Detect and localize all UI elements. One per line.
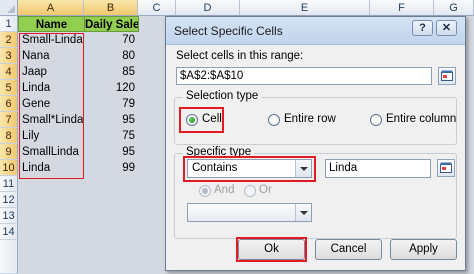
row-header[interactable]: 2 (0, 32, 18, 48)
column-header-c[interactable]: C (138, 0, 176, 16)
entire-row-radio[interactable] (268, 114, 280, 126)
column-header-b[interactable]: B (84, 0, 138, 16)
or-radio-label[interactable]: Or (259, 184, 272, 196)
cell-radio[interactable] (186, 114, 198, 126)
name-cell[interactable]: SmallLinda (19, 144, 84, 160)
or-radio[interactable] (244, 185, 256, 197)
name-cell[interactable]: Jaap (19, 64, 84, 80)
row-header[interactable]: 3 (0, 48, 18, 64)
specific-type-title: Specific type (183, 146, 255, 158)
row-header[interactable] (0, 240, 18, 274)
sale-cell[interactable]: 79 (85, 96, 138, 112)
range-select-button[interactable] (438, 67, 456, 85)
chevron-down-icon[interactable] (295, 204, 311, 221)
sale-cell[interactable]: 85 (85, 64, 138, 80)
column-header-g[interactable]: G (434, 0, 474, 16)
header-cell-daily-sale[interactable]: Daily Sale (84, 16, 139, 32)
range-picker-icon (441, 70, 453, 81)
name-cell[interactable]: Lily (19, 128, 84, 144)
apply-button[interactable]: Apply (390, 239, 457, 260)
row-header[interactable]: 12 (0, 192, 18, 208)
header-cell-name[interactable]: Name (18, 16, 85, 32)
row-header[interactable]: 7 (0, 112, 18, 128)
ok-button[interactable]: Ok (238, 239, 305, 260)
chevron-down-icon[interactable] (295, 160, 311, 177)
range-picker-icon (440, 162, 452, 173)
sale-cell[interactable]: 80 (85, 48, 138, 64)
row-header[interactable]: 1 (0, 16, 18, 32)
sale-cell[interactable]: 99 (85, 160, 138, 176)
condition-1-dropdown[interactable]: Contains (187, 159, 312, 178)
cancel-button[interactable]: Cancel (315, 239, 382, 260)
range-label: Select cells in this range: (176, 50, 304, 62)
dialog-titlebar[interactable]: Select Specific Cells ? ✕ (166, 17, 465, 45)
name-cell[interactable]: Nana (19, 48, 84, 64)
entire-column-radio[interactable] (370, 114, 382, 126)
name-cell[interactable]: Linda (19, 160, 84, 176)
row-header[interactable]: 13 (0, 208, 18, 224)
select-all-corner[interactable] (0, 0, 18, 16)
row-header[interactable]: 11 (0, 176, 18, 192)
row-header[interactable]: 5 (0, 80, 18, 96)
selection-type-title: Selection type (183, 90, 262, 102)
row-header[interactable]: 9 (0, 144, 18, 160)
entire-row-radio-label[interactable]: Entire row (284, 113, 336, 125)
name-cell[interactable]: Linda (19, 80, 84, 96)
sale-cell[interactable]: 95 (85, 112, 138, 128)
row-header[interactable]: 4 (0, 64, 18, 80)
help-button[interactable]: ? (412, 20, 433, 36)
sale-cell[interactable]: 75 (85, 128, 138, 144)
row-header[interactable]: 8 (0, 128, 18, 144)
range-input[interactable]: $A$2:$A$10 (176, 67, 432, 85)
name-cell[interactable]: Small*Linda (19, 112, 84, 128)
close-button[interactable]: ✕ (436, 20, 457, 36)
condition-2-dropdown[interactable] (187, 203, 312, 222)
select-specific-cells-dialog: Select Specific Cells ? ✕ Select cells i… (165, 16, 466, 271)
condition-1-value: Contains (192, 162, 238, 174)
and-radio-label[interactable]: And (214, 184, 234, 196)
condition-1-value-input[interactable]: Linda (325, 159, 431, 178)
dialog-title: Select Specific Cells (174, 24, 283, 38)
column-header-e[interactable]: E (240, 0, 370, 16)
row-header[interactable]: 6 (0, 96, 18, 112)
sale-cell[interactable]: 95 (85, 144, 138, 160)
column-header-d[interactable]: D (176, 0, 240, 16)
sale-cell[interactable]: 120 (85, 80, 138, 96)
sale-cell[interactable]: 70 (85, 32, 138, 48)
value-select-button[interactable] (437, 159, 455, 177)
row-header[interactable]: 10 (0, 160, 18, 176)
and-radio[interactable] (199, 185, 211, 197)
column-header-a[interactable]: A (18, 0, 84, 16)
name-cell[interactable]: Gene (19, 96, 84, 112)
cell-radio-label[interactable]: Cell (202, 113, 222, 125)
entire-column-radio-label[interactable]: Entire column (386, 113, 456, 125)
name-cell[interactable]: Small-Linda (19, 32, 84, 48)
column-header-f[interactable]: F (370, 0, 434, 16)
row-header[interactable]: 14 (0, 224, 18, 240)
